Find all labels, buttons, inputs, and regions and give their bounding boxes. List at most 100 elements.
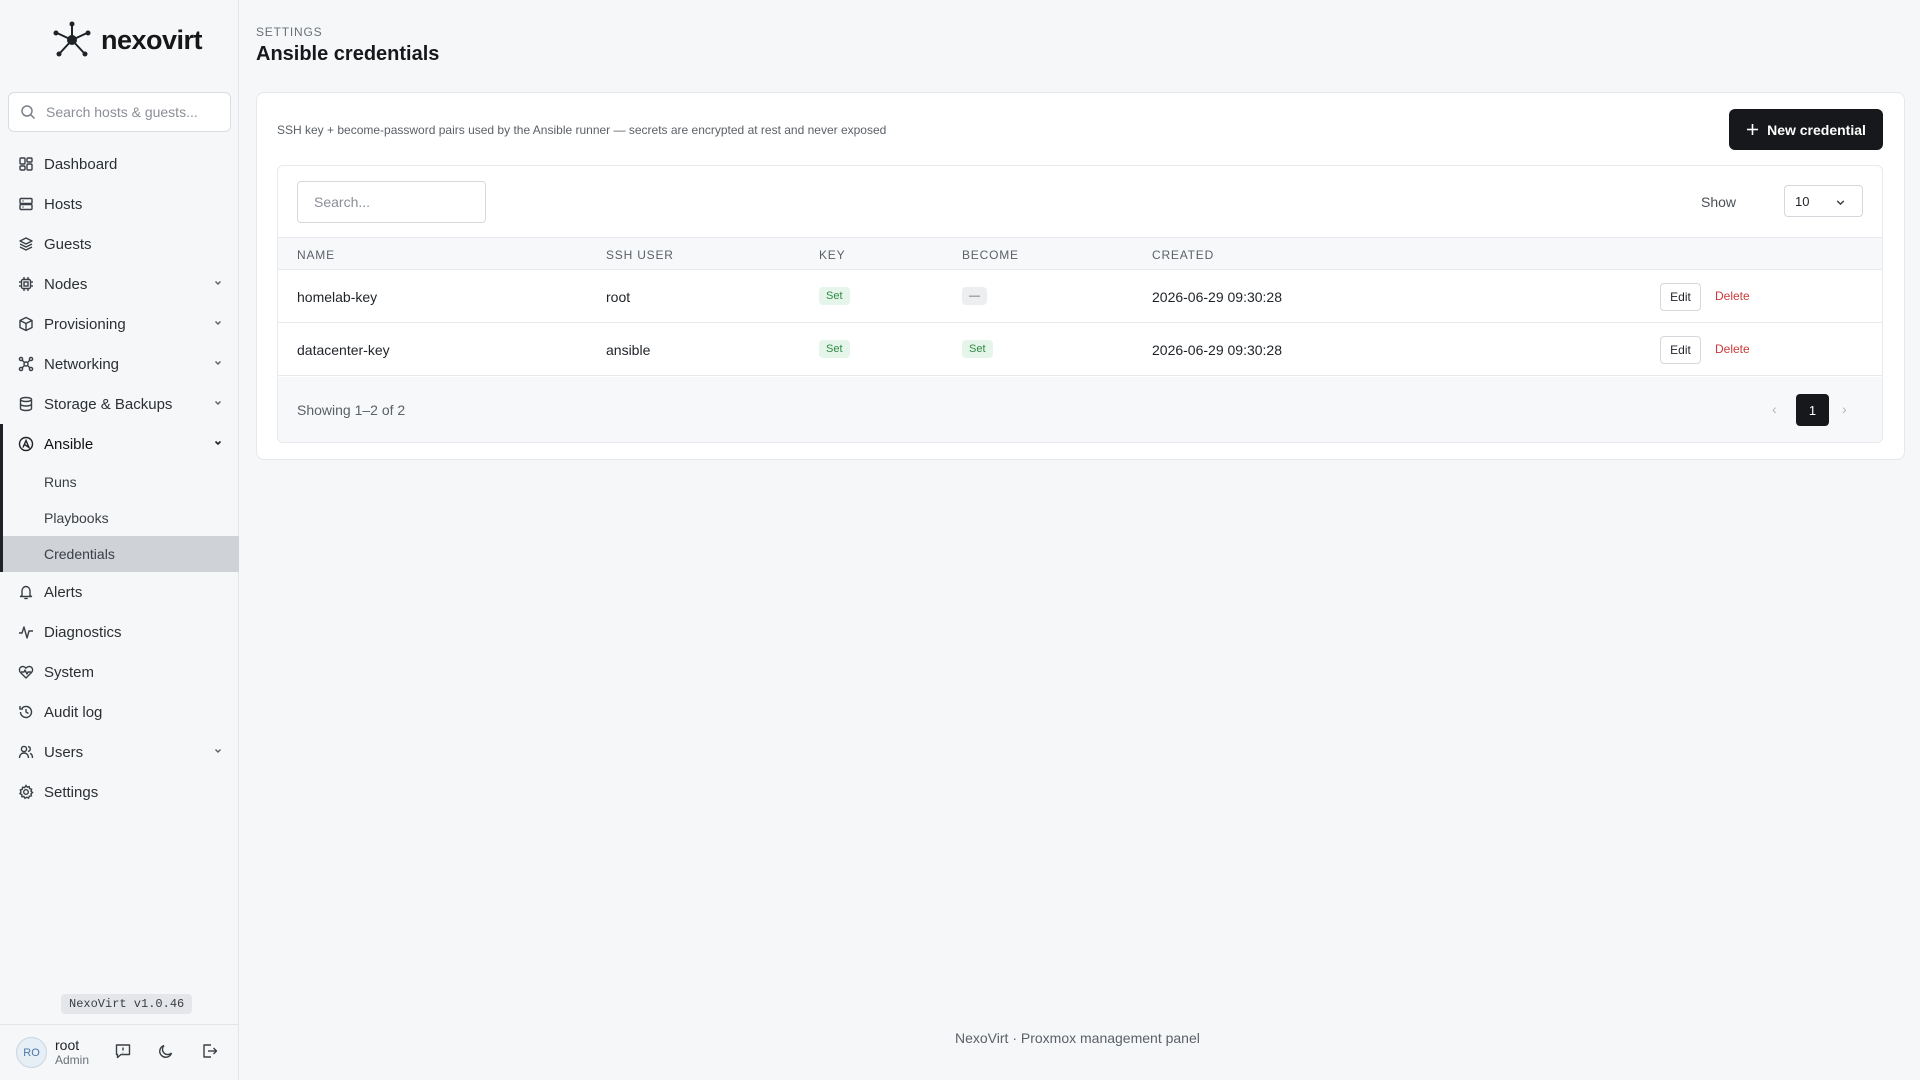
network-icon [18,356,34,372]
cell-created: 2026-06-29 09:30:28 [1152,289,1282,305]
sidebar-item-alerts[interactable]: Alerts [0,572,239,612]
new-credential-label: New credential [1767,121,1866,138]
sidebar-item-label: Provisioning [44,315,126,333]
sidebar-item-label: Users [44,743,84,761]
users-icon [18,744,34,760]
dashboard-icon [18,156,34,172]
sidebar-item-label: Audit log [44,703,103,721]
activity-icon [18,624,34,640]
prev-page-button[interactable]: ‹ [1772,401,1777,417]
cell-ssh-user: ansible [606,342,651,358]
column-header-created[interactable]: CREATED [1152,248,1214,262]
column-header-name[interactable]: NAME [297,248,335,262]
become-status-badge: — [962,287,987,305]
chip-icon [18,276,34,292]
moon-icon[interactable] [157,1042,175,1060]
next-page-button[interactable]: › [1842,401,1847,417]
sidebar-item-dashboard[interactable]: Dashboard [0,144,239,184]
sidebar-item-system[interactable]: System [0,652,239,692]
sidebar-item-nodes[interactable]: Nodes [0,264,239,304]
history-icon [18,704,34,720]
chevron-down-icon [213,358,223,368]
chevron-down-icon [1835,197,1846,208]
key-status-badge: Set [819,287,850,305]
sidebar-item-label: Networking [44,355,120,373]
sidebar-item-ansible[interactable]: Ansible [0,424,239,464]
search-icon [20,104,36,120]
key-status-badge: Set [819,340,850,358]
table-header: NAME SSH USER KEY BECOME CREATED [278,237,1882,270]
user-name: root [55,1037,80,1054]
credentials-table: Show 10 NAME SSH USER KEY BECOME CREATED… [277,165,1883,443]
sidebar-item-label: Alerts [44,583,83,601]
brand-name: nexovirt [101,24,203,55]
heart-pulse-icon [18,664,34,680]
table-row: datacenter-key ansible Set Set 2026-06-2… [278,323,1882,376]
sidebar-item-guests[interactable]: Guests [0,224,239,264]
page-size-value: 10 [1795,193,1810,209]
table-search-input[interactable] [297,181,486,223]
cell-name: homelab-key [297,289,378,305]
sidebar-item-provisioning[interactable]: Provisioning [0,304,239,344]
column-header-become[interactable]: BECOME [962,248,1019,262]
sidebar-item-diagnostics[interactable]: Diagnostics [0,612,239,652]
sidebar-item-label: Guests [44,235,92,253]
sidebar-item-label: Storage & Backups [44,395,173,413]
delete-button[interactable]: Delete [1715,342,1750,356]
column-header-ssh-user[interactable]: SSH USER [606,248,674,262]
chevron-down-icon [213,746,223,756]
feedback-icon[interactable] [114,1042,132,1060]
chevron-down-icon [213,438,223,448]
sidebar-item-settings[interactable]: Settings [0,772,239,812]
edit-button[interactable]: Edit [1660,336,1701,364]
table-row: homelab-key root Set — 2026-06-29 09:30:… [278,270,1882,323]
sidebar-nav: Dashboard Hosts Guests Nodes Provisionin… [0,144,239,812]
server-icon [18,196,34,212]
delete-button[interactable]: Delete [1715,289,1750,303]
table-footer: Showing 1–2 of 2 ‹ 1 › [278,377,1882,442]
sidebar-item-label: Dashboard [44,155,118,173]
page-size-label: Show [1701,194,1737,210]
column-header-key[interactable]: KEY [819,248,845,262]
version-badge: NexoVirt v1.0.46 [61,994,193,1014]
bell-icon [18,584,34,600]
sidebar-item-label: Diagnostics [44,623,122,641]
sidebar-item-storage-backups[interactable]: Storage & Backups [0,384,239,424]
edit-button[interactable]: Edit [1660,283,1701,311]
sidebar-item-networking[interactable]: Networking [0,344,239,384]
database-icon [18,396,34,412]
card-description: SSH key + become-password pairs used by … [277,123,887,137]
user-meta: root Admin [55,1037,90,1067]
sidebar-item-label: Nodes [44,275,88,293]
page-size-select[interactable]: 10 [1784,185,1863,217]
sidebar-item-runs[interactable]: Runs [3,464,239,500]
gear-icon [18,784,34,800]
breadcrumb: SETTINGS [256,25,323,39]
become-status-badge: Set [962,340,993,358]
ansible-icon [18,436,34,452]
sidebar-item-audit-log[interactable]: Audit log [0,692,239,732]
user-role: Admin [55,1052,90,1067]
sidebar-item-users[interactable]: Users [0,732,239,772]
chevron-down-icon [213,318,223,328]
cell-created: 2026-06-29 09:30:28 [1152,342,1282,358]
cell-ssh-user: root [606,289,631,305]
sidebar-search[interactable] [8,92,231,132]
brand-logo[interactable]: nexovirt [51,20,203,60]
sidebar-item-hosts[interactable]: Hosts [0,184,239,224]
layers-icon [18,236,34,252]
sidebar-search-input[interactable] [46,104,216,120]
new-credential-button[interactable]: New credential [1729,109,1883,150]
sidebar-item-playbooks[interactable]: Playbooks [3,500,239,536]
page-1-button[interactable]: 1 [1796,394,1829,426]
sidebar-item-credentials[interactable]: Credentials [3,536,239,572]
credentials-card: SSH key + become-password pairs used by … [256,92,1905,460]
sidebar: nexovirt Dashboard Hosts Guests Nodes Pr… [0,0,239,1080]
page-title: Ansible credentials [256,43,440,65]
logo-icon [51,20,93,60]
page-footer: NexoVirt · Proxmox management panel [955,1030,1200,1046]
plus-icon [1746,123,1759,136]
chevron-down-icon [213,398,223,408]
logout-icon[interactable] [201,1042,219,1060]
avatar[interactable]: RO [16,1037,47,1068]
